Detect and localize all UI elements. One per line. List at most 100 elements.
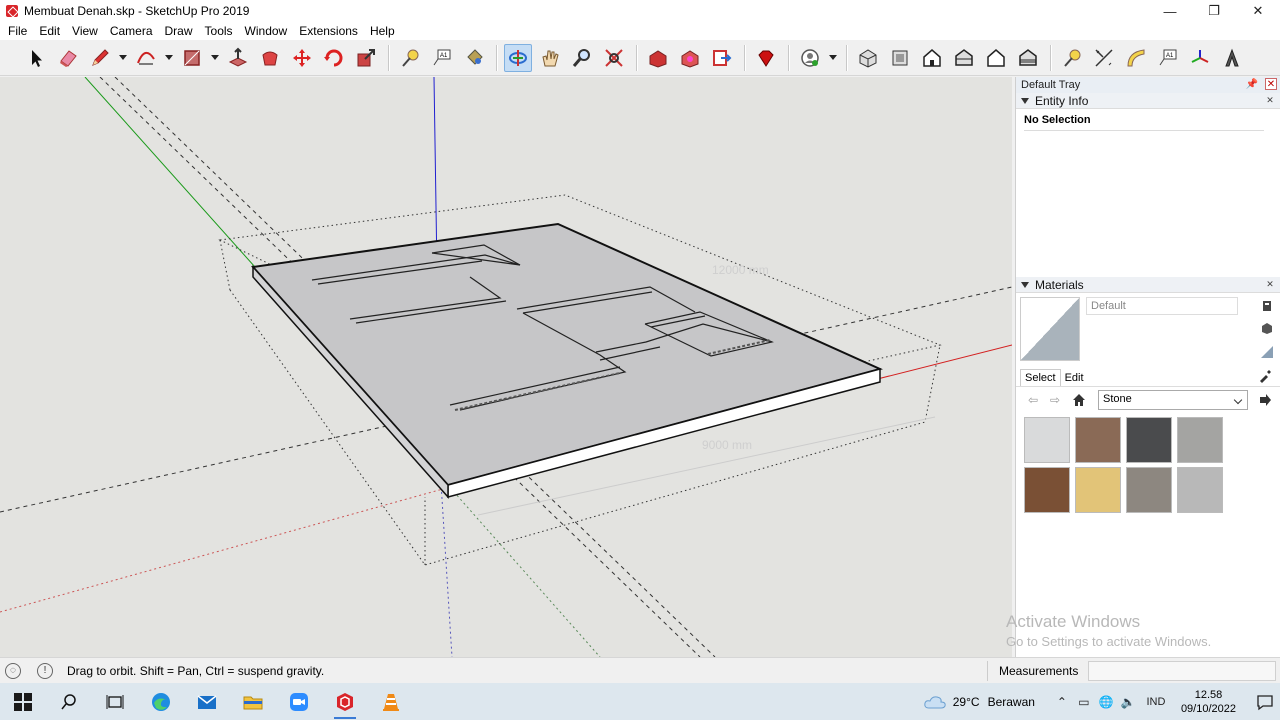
menu-tools[interactable]: Tools [199, 24, 239, 38]
edge-taskbar-button[interactable] [138, 683, 184, 720]
extension-warehouse-button[interactable] [676, 44, 704, 72]
material-swatch[interactable] [1177, 417, 1223, 463]
notifications-button[interactable] [1250, 693, 1280, 711]
menu-window[interactable]: Window [239, 24, 294, 38]
eyedropper-icon[interactable] [1258, 369, 1272, 383]
rectangle-tool-dropdown[interactable] [210, 44, 220, 72]
back-arrow-icon[interactable]: ⇦ [1028, 393, 1042, 407]
3d-warehouse-button[interactable] [644, 44, 672, 72]
entity-info-header[interactable]: Entity Info ✕ [1016, 93, 1280, 109]
pan-tool-button[interactable] [536, 44, 564, 72]
menu-help[interactable]: Help [364, 24, 401, 38]
info-icon[interactable]: ! [37, 662, 53, 679]
forward-arrow-icon[interactable]: ⇨ [1050, 393, 1064, 407]
collapse-triangle-icon[interactable] [1021, 97, 1029, 104]
restore-button[interactable]: ❐ [1192, 0, 1236, 22]
geolocation-icon[interactable]: ◌ [5, 662, 21, 679]
collapse-triangle-icon[interactable] [1021, 281, 1029, 288]
follow-me-tool-button[interactable] [256, 44, 284, 72]
tray-close-button[interactable]: ✕ [1265, 78, 1277, 90]
push-pull-tool-button[interactable] [224, 44, 252, 72]
dimension-tool-button[interactable] [1058, 44, 1086, 72]
left-view-button[interactable] [1014, 44, 1042, 72]
send-to-layout-button[interactable] [708, 44, 736, 72]
materials-close-button[interactable]: ✕ [1265, 280, 1275, 290]
material-swatch[interactable] [1024, 417, 1070, 463]
rotate-tool-button[interactable] [320, 44, 348, 72]
right-view-button[interactable] [950, 44, 978, 72]
chevron-up-icon[interactable]: ⌃ [1051, 695, 1073, 709]
3d-text-a-button[interactable] [1218, 44, 1246, 72]
battery-icon[interactable]: ▭ [1073, 695, 1095, 709]
network-globe-icon[interactable]: 🌐 [1095, 695, 1117, 709]
tab-edit[interactable]: Edit [1061, 370, 1088, 386]
material-swatch[interactable] [1024, 467, 1070, 513]
home-icon[interactable] [1072, 393, 1086, 407]
file-explorer-taskbar-button[interactable] [230, 683, 276, 720]
user-account-button[interactable] [796, 44, 824, 72]
mail-taskbar-button[interactable] [184, 683, 230, 720]
zoom-taskbar-button[interactable] [276, 683, 322, 720]
protractor-tool-button[interactable] [1122, 44, 1150, 72]
user-account-dropdown[interactable] [828, 44, 838, 72]
material-swatch[interactable] [1075, 467, 1121, 513]
material-name-field[interactable]: Default [1086, 297, 1238, 315]
volume-icon[interactable]: 🔈 [1117, 695, 1139, 709]
start-button[interactable] [0, 683, 46, 720]
display-secondary-pane-icon[interactable] [1260, 299, 1274, 313]
zoom-tool-button[interactable] [568, 44, 596, 72]
top-view-button[interactable] [886, 44, 914, 72]
pin-icon[interactable]: 📌 [1246, 79, 1258, 90]
arc-tool-button[interactable] [132, 44, 160, 72]
paint-bucket-tool-button[interactable] [460, 44, 488, 72]
tape-measure-tool-button[interactable] [396, 44, 424, 72]
3d-viewport[interactable]: 12000 mm 9000 mm [0, 77, 1012, 657]
model-canvas[interactable]: 12000 mm 9000 mm [0, 77, 1012, 657]
floor-slab-top[interactable] [251, 222, 883, 487]
materials-header[interactable]: Materials ✕ [1016, 277, 1280, 293]
create-material-icon[interactable] [1260, 321, 1274, 335]
sketchup-taskbar-button[interactable] [322, 683, 368, 720]
weather-widget[interactable]: 29°C Berawan [923, 694, 1035, 710]
material-swatch[interactable] [1177, 467, 1223, 513]
details-arrow-icon[interactable] [1258, 393, 1272, 407]
ruby-console-button[interactable] [752, 44, 780, 72]
axes-tool-button[interactable] [1090, 44, 1118, 72]
menu-draw[interactable]: Draw [159, 24, 199, 38]
eraser-tool-button[interactable] [54, 44, 82, 72]
dimension-depth[interactable]: 12000 mm [712, 263, 769, 277]
zoom-extents-tool-button[interactable] [600, 44, 628, 72]
material-swatch[interactable] [1126, 417, 1172, 463]
3d-text-tool-button[interactable]: A1 [1154, 44, 1182, 72]
menu-camera[interactable]: Camera [104, 24, 159, 38]
dimension-width[interactable]: 9000 mm [702, 438, 752, 452]
material-library-select[interactable]: Stone [1098, 390, 1248, 410]
current-material-swatch[interactable] [1020, 297, 1080, 361]
arc-tool-dropdown[interactable] [164, 44, 174, 72]
rectangle-tool-button[interactable] [178, 44, 206, 72]
line-tool-button[interactable] [86, 44, 114, 72]
close-button[interactable]: ✕ [1236, 0, 1280, 22]
minimize-button[interactable]: — [1148, 0, 1192, 22]
menu-view[interactable]: View [66, 24, 104, 38]
front-view-button[interactable] [918, 44, 946, 72]
scale-tool-button[interactable] [352, 44, 380, 72]
move-tool-button[interactable] [288, 44, 316, 72]
text-tool-button[interactable]: A1 [428, 44, 456, 72]
default-material-icon[interactable] [1260, 345, 1274, 359]
menu-edit[interactable]: Edit [33, 24, 66, 38]
menu-file[interactable]: File [2, 24, 33, 38]
material-swatch[interactable] [1075, 417, 1121, 463]
entity-info-close-button[interactable]: ✕ [1265, 96, 1275, 106]
axes-button[interactable] [1186, 44, 1214, 72]
tab-select[interactable]: Select [1020, 369, 1061, 386]
orbit-tool-button[interactable] [504, 43, 532, 72]
task-view-button[interactable] [92, 683, 138, 720]
search-button[interactable] [46, 683, 92, 720]
measurements-input[interactable] [1088, 661, 1276, 681]
language-indicator[interactable]: IND [1139, 696, 1173, 708]
clock[interactable]: 12.58 09/10/2022 [1181, 688, 1236, 716]
select-tool-button[interactable] [22, 44, 50, 72]
vlc-taskbar-button[interactable] [368, 683, 414, 720]
material-swatch[interactable] [1126, 467, 1172, 513]
